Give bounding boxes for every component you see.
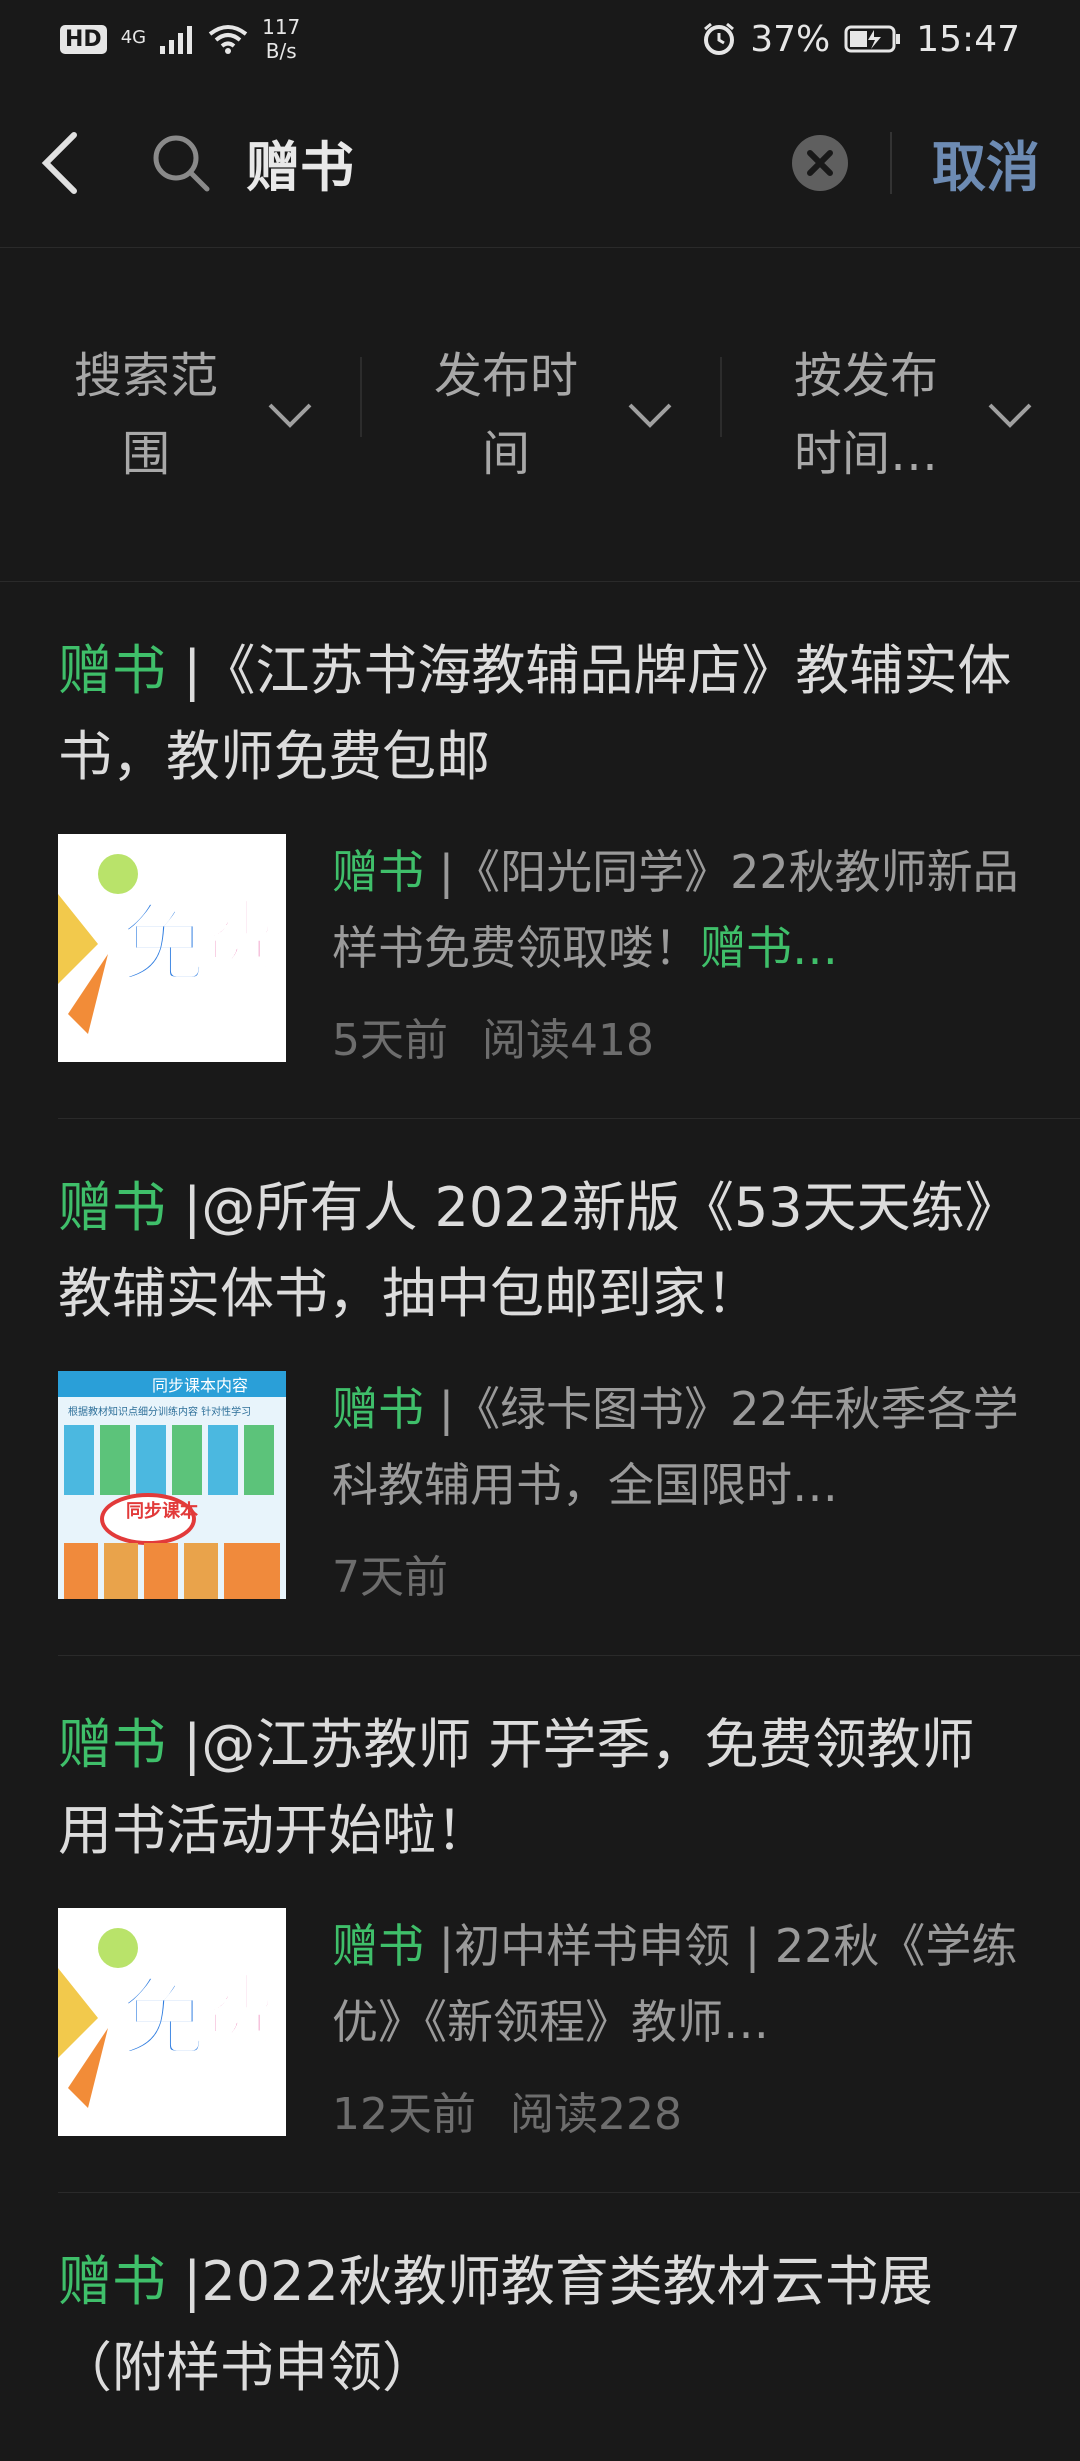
filter-label-line2: 时间… [793, 425, 938, 482]
excerpt-tail-highlight: 赠书… [700, 921, 838, 975]
excerpt-highlight: 赠书 [332, 845, 424, 899]
thumbnail-free[interactable]: 免 费 [58, 834, 286, 1062]
result-meta: 7天前 [332, 1541, 1022, 1605]
chevron-down-icon [628, 403, 672, 428]
search-header: 赠书 取消 [0, 78, 1080, 248]
filter-label: 搜索范 围 [46, 337, 246, 493]
chevron-down-icon [988, 403, 1032, 428]
network-type: 4G [120, 27, 147, 48]
filter-sort[interactable]: 按发布 时间… [720, 337, 1080, 493]
result-item[interactable]: 赠书 |2022秋教师教育类教材云书展（附样书申领） [58, 2193, 1080, 2461]
result-item[interactable]: 赠书 |@所有人 2022新版《53天天练》教辅实体书，抽中包邮到家！ 同步课本… [58, 1119, 1080, 1656]
thumbnail-free[interactable]: 免 费 [58, 1908, 286, 2136]
network-speed: 117 B/s [262, 15, 300, 63]
result-meta: 12天前 阅读228 [332, 2078, 1022, 2142]
signal-icon [160, 26, 193, 54]
battery-icon [844, 25, 901, 53]
thumb-tag: 同步课本 [126, 1500, 198, 1522]
thumbnail-books[interactable]: 同步课本内容 根据教材知识点细分训练内容 针对性学习 同步课本 [58, 1371, 286, 1599]
speed-unit: B/s [265, 39, 297, 63]
title-text: |@江苏教师 开学季，免费领教师用书活动开始啦！ [58, 1713, 975, 1862]
clear-icon[interactable] [790, 133, 850, 193]
result-info: 赠书 |《绿卡图书》22年秋季各学科教辅用书，全国限时… 7天前 [332, 1371, 1022, 1605]
result-title[interactable]: 赠书 |@所有人 2022新版《53天天练》教辅实体书，抽中包邮到家！ [58, 1165, 1022, 1337]
thumb-char-1: 免 [120, 895, 206, 995]
result-body: 免 费 赠书 |初中样书申领 | 22秋《学练优》《新领程》教师… 12天前 阅… [58, 1908, 1022, 2142]
header-divider [890, 131, 892, 194]
result-info: 赠书 |《阳光同学》22秋教师新品样书免费领取喽！赠书… 5天前 阅读418 [332, 834, 1022, 1068]
battery-percent: 37% [750, 18, 831, 60]
title-text: |@所有人 2022新版《53天天练》教辅实体书，抽中包邮到家！ [58, 1176, 1019, 1325]
thumb-caption: 同步课本内容 [152, 1376, 248, 1395]
result-excerpt: 赠书 |初中样书申领 | 22秋《学练优》《新领程》教师… [332, 1908, 1022, 2060]
speed-value: 117 [262, 15, 301, 39]
excerpt-text: |《绿卡图书》22年秋季各学科教辅用书，全国限时… [332, 1382, 1019, 1512]
excerpt-text: |初中样书申领 | 22秋《学练优》《新领程》教师… [332, 1919, 1018, 2049]
result-meta: 5天前 阅读418 [332, 1004, 1022, 1068]
filter-label-line2: 间 [481, 425, 530, 482]
chevron-left-icon [41, 131, 77, 194]
thumb-subcaption: 根据教材知识点细分训练内容 针对性学习 [68, 1405, 251, 1418]
filter-label-line1: 按发布 [793, 347, 938, 404]
filter-bar: 搜索范 围 发布时 间 按发布 时间… [0, 248, 1080, 582]
filter-search-scope[interactable]: 搜索范 围 [0, 337, 360, 493]
clock: 15:47 [916, 18, 1020, 60]
wifi-icon [208, 25, 248, 54]
result-reads: 阅读228 [510, 2089, 682, 2140]
title-highlight: 赠书 [58, 2250, 166, 2313]
title-highlight: 赠书 [58, 639, 166, 702]
alarm-icon [704, 22, 735, 55]
back-button[interactable] [40, 113, 110, 213]
cancel-button[interactable]: 取消 [932, 123, 1040, 202]
result-item[interactable]: 赠书 |@江苏教师 开学季，免费领教师用书活动开始啦！ 免 费 赠书 |初中样书… [58, 1656, 1080, 2193]
result-title[interactable]: 赠书 |@江苏教师 开学季，免费领教师用书活动开始啦！ [58, 1702, 1022, 1874]
thumb-char-1: 免 [120, 1969, 206, 2069]
search-box[interactable]: 赠书 [150, 113, 890, 213]
result-time: 5天前 [332, 1015, 448, 1066]
search-input[interactable]: 赠书 [246, 123, 790, 202]
filter-label: 发布时 间 [406, 337, 606, 493]
result-item[interactable]: 赠书 |《江苏书海教辅品牌店》教辅实体书，教师免费包邮 免 费 赠书 |《阳光同… [58, 582, 1080, 1119]
title-highlight: 赠书 [58, 1713, 166, 1776]
filter-label-line1: 发布时 [433, 347, 578, 404]
result-time: 12天前 [332, 2089, 476, 2140]
result-body: 同步课本内容 根据教材知识点细分训练内容 针对性学习 同步课本 赠书 |《绿卡图… [58, 1371, 1022, 1605]
excerpt-highlight: 赠书 [332, 1919, 424, 1973]
filter-label: 按发布 时间… [766, 337, 966, 493]
excerpt-highlight: 赠书 [332, 1382, 424, 1436]
chevron-down-icon [268, 403, 312, 428]
filter-publish-time[interactable]: 发布时 间 [360, 337, 720, 493]
result-info: 赠书 |初中样书申领 | 22秋《学练优》《新领程》教师… 12天前 阅读228 [332, 1908, 1022, 2142]
status-bar: HD 4G 117 B/s 37% 15:47 [0, 0, 1080, 78]
title-highlight: 赠书 [58, 1176, 166, 1239]
result-title[interactable]: 赠书 |《江苏书海教辅品牌店》教辅实体书，教师免费包邮 [58, 628, 1022, 800]
result-time: 7天前 [332, 1552, 448, 1603]
filter-label-line2: 围 [121, 425, 170, 482]
result-excerpt: 赠书 |《绿卡图书》22年秋季各学科教辅用书，全国限时… [332, 1371, 1022, 1523]
filter-label-line1: 搜索范 [73, 347, 218, 404]
result-title[interactable]: 赠书 |2022秋教师教育类教材云书展（附样书申领） [58, 2239, 1022, 2411]
result-body: 免 费 赠书 |《阳光同学》22秋教师新品样书免费领取喽！赠书… 5天前 阅读4… [58, 834, 1022, 1068]
thumb-char-2: 费 [198, 1967, 276, 2057]
results-list: 赠书 |《江苏书海教辅品牌店》教辅实体书，教师免费包邮 免 费 赠书 |《阳光同… [0, 582, 1080, 2461]
title-text: |《江苏书海教辅品牌店》教辅实体书，教师免费包邮 [58, 639, 1012, 788]
title-text: |2022秋教师教育类教材云书展（附样书申领） [58, 2250, 933, 2399]
status-left: HD 4G 117 B/s [60, 15, 300, 63]
hd-badge: HD [60, 24, 107, 54]
excerpt-text: |《阳光同学》22秋教师新品样书免费领取喽！ [332, 845, 1019, 975]
result-excerpt: 赠书 |《阳光同学》22秋教师新品样书免费领取喽！赠书… [332, 834, 1022, 986]
search-icon [153, 135, 210, 191]
thumb-char-2: 费 [198, 893, 276, 983]
book-row-bottom [64, 1543, 280, 1599]
result-reads: 阅读418 [482, 1015, 654, 1066]
status-right: 37% 15:47 [702, 19, 1020, 60]
